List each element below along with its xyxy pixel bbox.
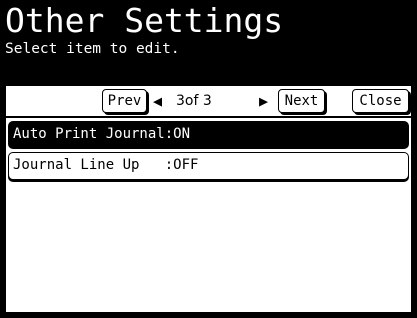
page-subtitle: Select item to edit. [5,41,180,57]
divider [6,116,411,118]
header: Other Settings Select item to edit. [0,0,417,80]
prev-button[interactable]: Prev [102,89,147,113]
page-indicator: 3of 3 [176,93,212,109]
close-button[interactable]: Close [352,89,409,113]
page-title: Other Settings [5,1,284,40]
settings-panel: Prev ◀ 3of 3 ▶ Next Close Auto Print Jou… [6,86,411,312]
pagination-bar: Prev ◀ 3of 3 ▶ Next Close [6,86,411,116]
next-button[interactable]: Next [278,89,325,113]
settings-panel-frame: Prev ◀ 3of 3 ▶ Next Close Auto Print Jou… [0,80,417,318]
arrow-right-icon[interactable]: ▶ [259,91,268,111]
setting-item-journal-line-up[interactable]: Journal Line Up :OFF [8,152,409,180]
arrow-left-icon[interactable]: ◀ [153,91,162,111]
setting-item-auto-print-journal[interactable]: Auto Print Journal:ON [8,121,409,149]
